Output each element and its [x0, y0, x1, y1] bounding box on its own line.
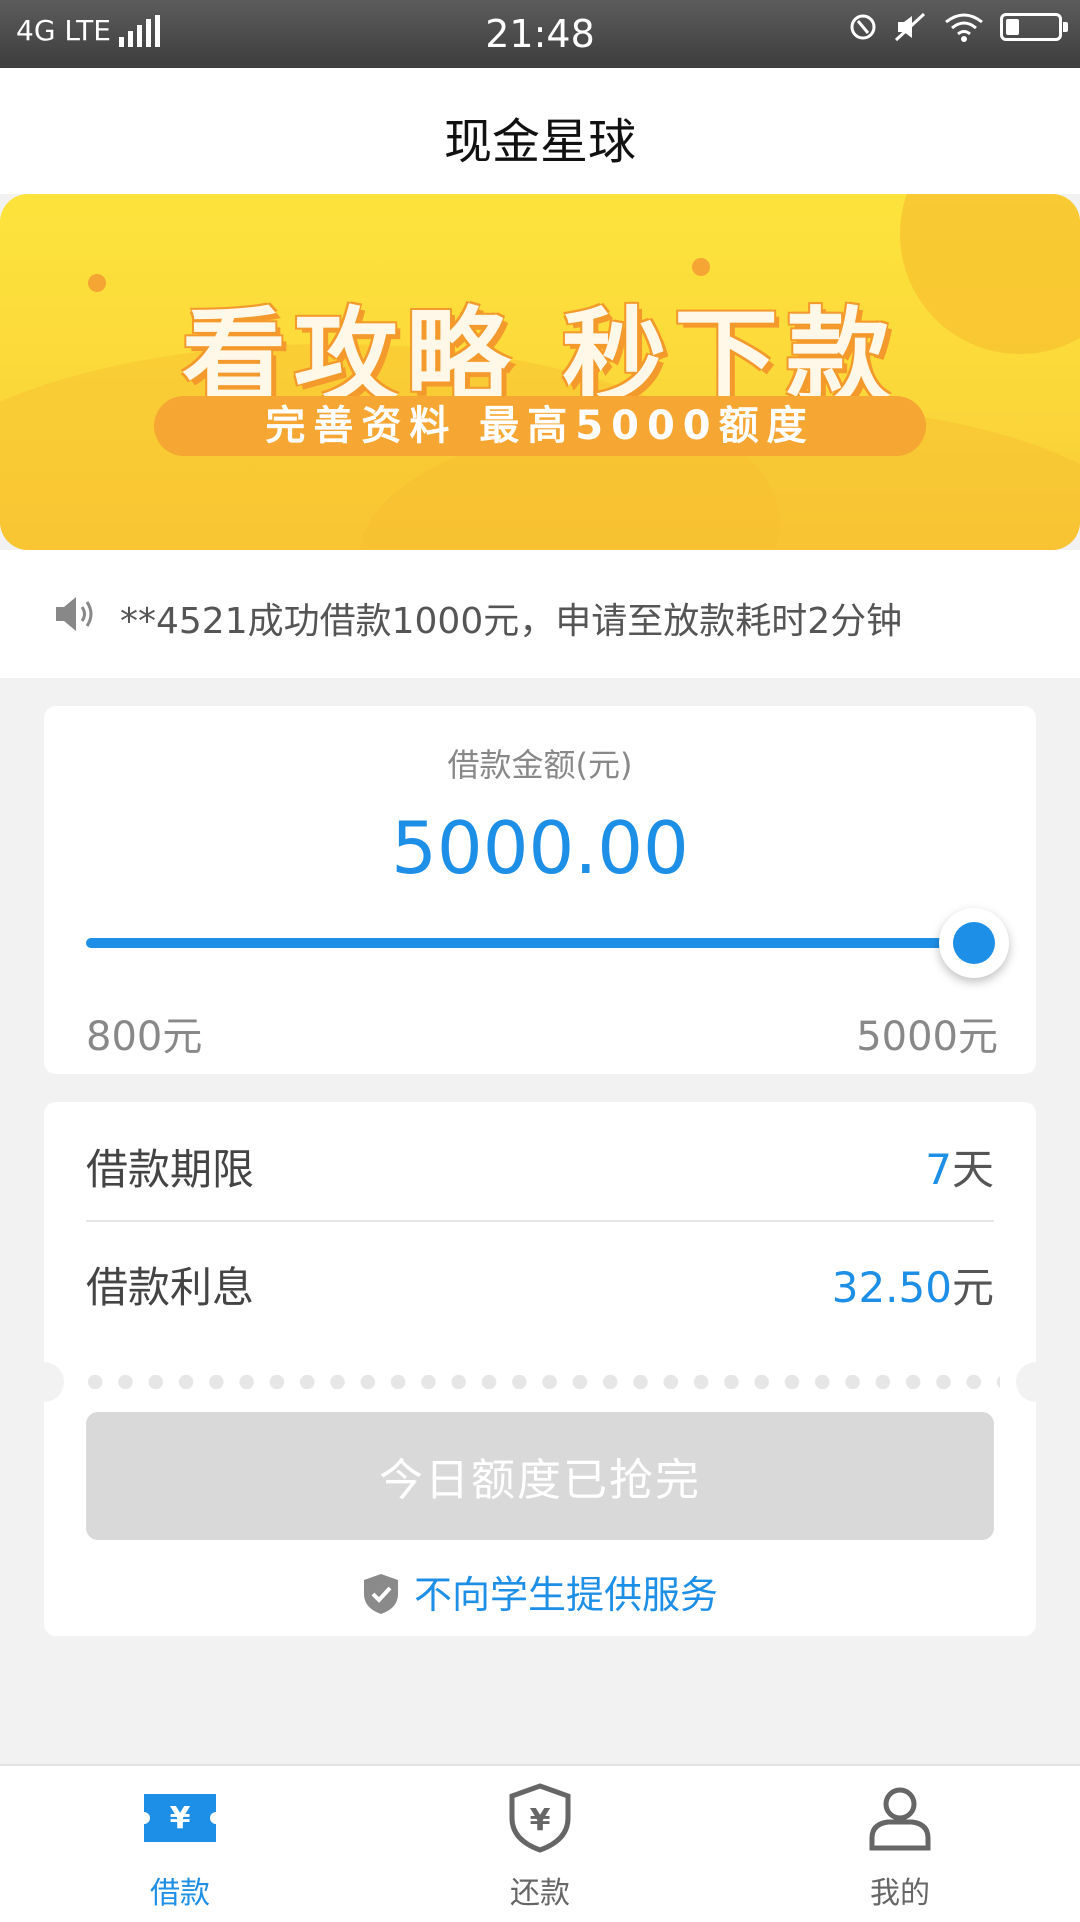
loan-interest-number: 32.50 [831, 1263, 952, 1312]
promo-banner[interactable]: 看攻略 秒下款 完善资料 最高5000额度 [0, 194, 1080, 550]
loan-interest-row: 借款利息 32.50元 [86, 1220, 994, 1338]
wifi-icon [945, 13, 983, 42]
slider-max-label: 5000元 [856, 1014, 998, 1060]
bottom-tab-bar: ¥ 借款 ¥ 还款 我的 [0, 1764, 1080, 1922]
header: 现金星球 [0, 68, 1080, 194]
shield-yen-icon: ¥ [509, 1783, 571, 1853]
slider-min-label: 800元 [86, 1014, 203, 1060]
status-icons [848, 12, 1068, 42]
nfc-icon [850, 14, 876, 40]
speaker-icon [56, 597, 93, 631]
ticket-divider [44, 1362, 1036, 1402]
battery-level [1006, 19, 1019, 35]
tab-repay[interactable]: ¥ 还款 [360, 1766, 720, 1922]
notice-text: **4521成功借款1000元，申请至放款耗时2分钟 [120, 601, 903, 642]
svg-text:¥: ¥ [170, 1801, 191, 1836]
loan-interest-value: 32.50元 [832, 1254, 994, 1315]
shield-check-icon [363, 1574, 398, 1614]
loan-period-label: 借款期限 [86, 1145, 255, 1194]
tab-mine[interactable]: 我的 [720, 1766, 1080, 1922]
loan-period-unit: 天 [951, 1145, 994, 1194]
tab-mine-label: 我的 [870, 1876, 930, 1911]
banner-subline: 完善资料 最高5000额度 [154, 396, 926, 456]
loan-interest-unit: 元 [951, 1263, 994, 1312]
user-icon [869, 1787, 931, 1851]
apply-button[interactable]: 今日额度已抢完 [86, 1412, 994, 1540]
battery-icon [1000, 13, 1068, 41]
student-notice[interactable]: 不向学生提供服务 [44, 1564, 1036, 1619]
slider-fill [86, 938, 974, 948]
loan-amount-card: 借款金额(元) 5000.00 800元 5000元 [44, 706, 1036, 1074]
loan-interest-label: 借款利息 [86, 1263, 255, 1312]
loan-period-value: 7天 [925, 1136, 994, 1197]
tab-borrow-label: 借款 [150, 1876, 210, 1911]
loan-notice: **4521成功借款1000元，申请至放款耗时2分钟 [0, 550, 1080, 678]
amount-value: 5000.00 [391, 806, 689, 890]
loan-period-row[interactable]: 借款期限 7天 [86, 1102, 994, 1222]
page-title: 现金星球 [443, 114, 636, 170]
ticket-yen-icon: ¥ [144, 1794, 216, 1842]
amount-label: 借款金额(元) [447, 746, 633, 784]
mute-icon [894, 12, 926, 42]
svg-text:¥: ¥ [530, 1803, 551, 1838]
loan-period-number: 7 [925, 1145, 952, 1194]
amount-slider[interactable] [86, 908, 1009, 978]
student-notice-text: 不向学生提供服务 [413, 1573, 718, 1617]
loan-terms-card: 借款期限 7天 借款利息 32.50元 今日额度已抢完 不向学生提供服务 [44, 1102, 1036, 1636]
status-bar: 4G LTE 21:48 [0, 0, 1080, 68]
tab-borrow[interactable]: ¥ 借款 [0, 1766, 360, 1922]
tab-repay-label: 还款 [510, 1876, 570, 1911]
slider-thumb[interactable] [939, 908, 1009, 978]
